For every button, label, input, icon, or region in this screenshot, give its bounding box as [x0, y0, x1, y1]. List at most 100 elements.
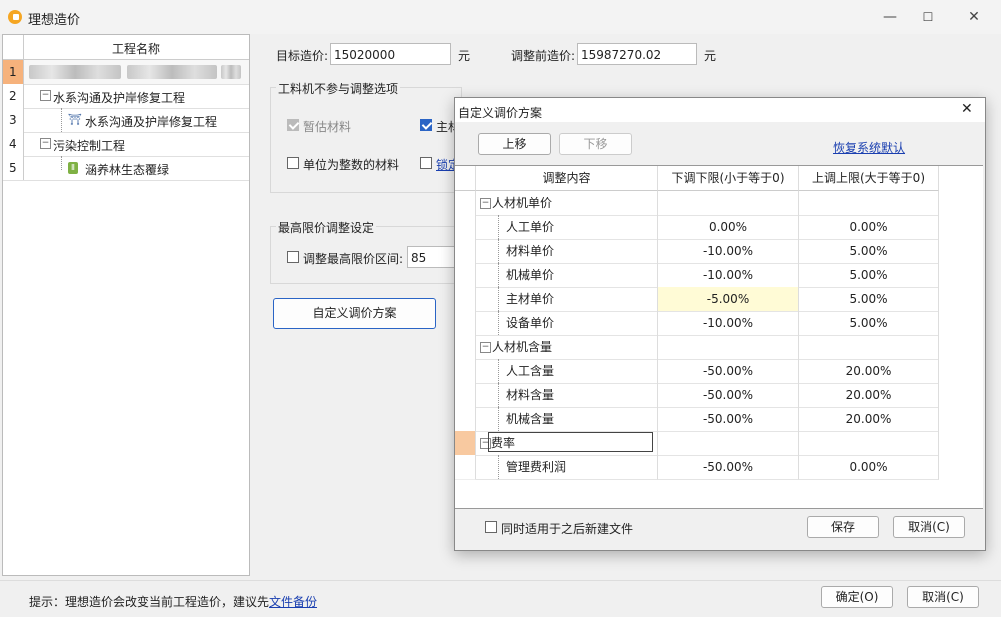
apply-future-label: 同时适用于之后新建文件 — [501, 522, 634, 536]
grid-row-selected[interactable]: − 费率 — [455, 431, 939, 456]
tree-row-2[interactable]: 2 − 水系沟通及护岸修复工程 — [3, 84, 249, 109]
tree-row-1[interactable]: 1 — [3, 60, 249, 85]
title-bar: 理想造价 — ☐ ✕ — [0, 0, 1001, 34]
save-button[interactable]: 保存 — [807, 516, 879, 538]
lower-limit-cell[interactable]: -50.00% — [658, 455, 799, 480]
grid-corner — [455, 166, 476, 191]
row-label: 人工含量 — [506, 364, 555, 378]
tree-header-label: 工程名称 — [111, 42, 160, 56]
blurred-project-name-part — [127, 65, 217, 79]
upper-limit-cell[interactable]: 20.00% — [799, 359, 939, 384]
lower-limit-cell[interactable]: -10.00% — [658, 311, 799, 336]
grid-row[interactable]: 材料单价 -10.00% 5.00% — [455, 239, 939, 264]
row-label: 主材单价 — [506, 292, 555, 306]
lower-limit-cell[interactable]: -10.00% — [658, 239, 799, 264]
collapse-toggle-icon[interactable]: − — [480, 198, 491, 209]
target-cost-label: 目标造价: — [276, 49, 329, 63]
move-up-button[interactable]: 上移 — [478, 133, 551, 155]
main-material-checkbox[interactable] — [420, 119, 432, 131]
row-number: 1 — [3, 60, 24, 84]
tree-row-5[interactable]: 5 Ⅱ 涵养林生态覆绿 — [3, 156, 249, 181]
max-range-checkbox[interactable] — [287, 251, 299, 263]
column-header: 下调下限(小于等于0) — [658, 166, 799, 191]
tree-item-label: 水系沟通及护岸修复工程 — [53, 91, 186, 105]
ok-button[interactable]: 确定(O) — [821, 586, 893, 608]
custom-scheme-dialog: 自定义调价方案 ✕ 上移 下移 恢复系统默认 调整内容 下调下限(小于等于0) … — [454, 97, 986, 551]
row-label: 机械单价 — [506, 268, 555, 282]
column-header: 调整内容 — [476, 166, 658, 191]
row-number: 3 — [3, 108, 24, 132]
grid-row[interactable]: − 人材机含量 — [455, 335, 939, 360]
tree-item-label: 污染控制工程 — [53, 139, 126, 153]
move-down-button[interactable]: 下移 — [559, 133, 632, 155]
window-title: 理想造价 — [28, 13, 81, 28]
dialog-cancel-button[interactable]: 取消(C) — [893, 516, 965, 538]
hint-text: 提示：理想造价会改变当前工程造价，建议先 — [29, 595, 270, 609]
tree-item-label: 涵养林生态覆绿 — [85, 163, 170, 177]
lower-limit-cell-selected[interactable]: -5.00% — [658, 287, 799, 312]
minimize-icon[interactable]: — — [872, 6, 908, 28]
before-unit-label: 元 — [704, 49, 717, 63]
grid-row[interactable]: 材料含量 -50.00% 20.00% — [455, 383, 939, 408]
tree-header: 工程名称 — [3, 35, 249, 60]
upper-limit-cell[interactable]: 0.00% — [799, 215, 939, 240]
restore-default-link[interactable]: 恢复系统默认 — [833, 139, 905, 156]
row-label: 人工单价 — [506, 220, 555, 234]
adjustment-grid: 调整内容 下调下限(小于等于0) 上调上限(大于等于0) − 人材机单价 人工单价… — [455, 165, 983, 509]
grid-row[interactable]: 管理费利润 -50.00% 0.00% — [455, 455, 939, 480]
target-unit-label: 元 — [458, 49, 471, 63]
unit-project-icon: ⛩ — [68, 113, 82, 126]
upper-limit-cell[interactable]: 20.00% — [799, 383, 939, 408]
blurred-project-name-part — [221, 65, 241, 79]
before-cost-label: 调整前造价: — [511, 49, 576, 63]
collapse-toggle-icon[interactable]: − — [40, 90, 51, 101]
collapse-toggle-icon[interactable]: − — [480, 342, 491, 353]
cancel-button[interactable]: 取消(C) — [907, 586, 979, 608]
row-label: 管理费利润 — [506, 460, 567, 474]
row-number: 2 — [3, 84, 24, 108]
lower-limit-cell[interactable]: -10.00% — [658, 263, 799, 288]
exclude-options-group — [270, 87, 462, 193]
dialog-title: 自定义调价方案 — [458, 106, 543, 120]
tree-row-3[interactable]: 3 ⛩ 水系沟通及护岸修复工程 — [3, 108, 249, 133]
app-logo-icon — [8, 10, 22, 24]
grid-row[interactable]: 机械单价 -10.00% 5.00% — [455, 263, 939, 288]
close-icon[interactable]: ✕ — [956, 6, 992, 28]
grid-row[interactable]: 设备单价 -10.00% 5.00% — [455, 311, 939, 336]
upper-limit-cell[interactable]: 20.00% — [799, 407, 939, 432]
blurred-project-name — [29, 65, 121, 79]
max-group-title: 最高限价调整设定 — [276, 219, 377, 236]
lower-limit-cell[interactable]: -50.00% — [658, 359, 799, 384]
upper-limit-cell[interactable]: 5.00% — [799, 311, 939, 336]
target-cost-input[interactable]: 15020000 — [330, 43, 451, 65]
collapse-toggle-icon[interactable]: − — [40, 138, 51, 149]
grid-row[interactable]: − 人材机单价 — [455, 191, 939, 216]
grid-row[interactable]: 人工单价 0.00% 0.00% — [455, 215, 939, 240]
apply-future-checkbox[interactable] — [485, 521, 497, 533]
row-label: 材料单价 — [506, 244, 555, 258]
dialog-close-icon[interactable]: ✕ — [961, 101, 973, 117]
grid-row[interactable]: 主材单价 -5.00% 5.00% — [455, 287, 939, 312]
upper-limit-cell[interactable]: 5.00% — [799, 239, 939, 264]
upper-limit-cell[interactable]: 5.00% — [799, 263, 939, 288]
upper-limit-cell[interactable]: 0.00% — [799, 455, 939, 480]
grid-row[interactable]: 人工含量 -50.00% 20.00% — [455, 359, 939, 384]
file-backup-link[interactable]: 文件备份 — [269, 593, 317, 610]
lock-checkbox[interactable] — [420, 157, 432, 169]
tree-row-4[interactable]: 4 − 污染控制工程 — [3, 132, 249, 157]
before-cost-field: 15987270.02 — [577, 43, 697, 65]
column-header: 上调上限(大于等于0) — [799, 166, 939, 191]
grid-row[interactable]: 机械含量 -50.00% 20.00% — [455, 407, 939, 432]
tree-guide — [61, 108, 62, 132]
custom-scheme-button[interactable]: 自定义调价方案 — [273, 298, 436, 329]
lower-limit-cell[interactable]: 0.00% — [658, 215, 799, 240]
integer-unit-checkbox[interactable] — [287, 157, 299, 169]
lower-limit-cell[interactable]: -50.00% — [658, 407, 799, 432]
upper-limit-cell[interactable]: 5.00% — [799, 287, 939, 312]
temp-material-checkbox — [287, 119, 299, 131]
lower-limit-cell[interactable]: -50.00% — [658, 383, 799, 408]
row-label-editing[interactable]: 费率 — [488, 432, 653, 452]
tree-item-label: 水系沟通及护岸修复工程 — [85, 115, 218, 129]
max-range-input[interactable]: 85 — [407, 246, 457, 268]
maximize-icon[interactable]: ☐ — [910, 6, 946, 28]
